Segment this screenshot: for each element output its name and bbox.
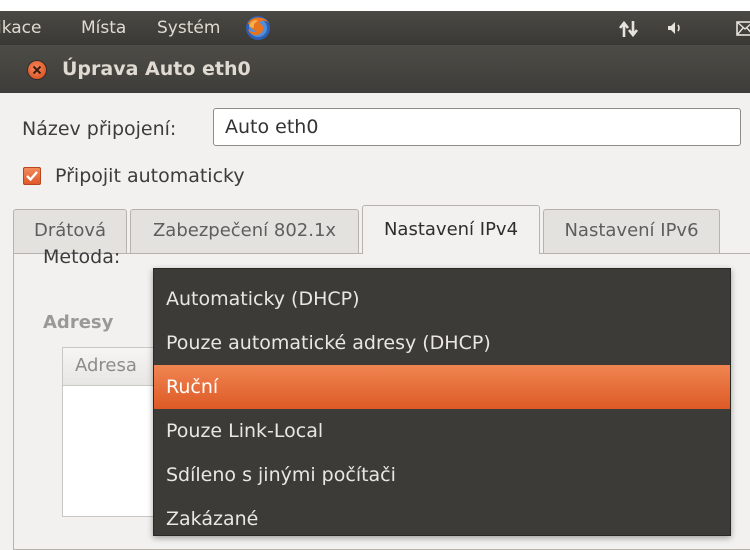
window-title: Úprava Auto eth0	[62, 58, 251, 80]
network-icon[interactable]	[618, 19, 640, 39]
mail-icon[interactable]	[736, 21, 750, 36]
tab-ipv6-settings[interactable]: Nastavení IPv6	[543, 209, 720, 253]
close-button[interactable]	[28, 61, 46, 79]
auto-connect-checkbox[interactable]	[23, 167, 41, 185]
connection-name-label: Název připojení:	[22, 118, 177, 140]
tab-8021x-security[interactable]: Zabezpečení 802.1x	[130, 209, 359, 253]
method-dropdown-menu: Automaticky (DHCP) Pouze automatické adr…	[153, 268, 731, 536]
method-option-automatic-dhcp[interactable]: Automaticky (DHCP)	[154, 277, 730, 321]
tab-ipv4-settings[interactable]: Nastavení IPv4	[362, 205, 540, 254]
menu-places[interactable]: Místa	[81, 18, 126, 38]
connection-name-input[interactable]	[213, 108, 741, 146]
volume-icon[interactable]	[666, 19, 684, 37]
auto-connect-label[interactable]: Připojit automaticky	[55, 164, 245, 188]
close-icon	[32, 65, 42, 75]
method-option-automatic-addresses-only[interactable]: Pouze automatické adresy (DHCP)	[154, 321, 730, 365]
menu-applications[interactable]: ikace	[0, 18, 42, 38]
checkmark-icon	[26, 171, 38, 182]
method-option-manual[interactable]: Ruční	[154, 365, 730, 409]
method-option-disabled[interactable]: Zakázané	[154, 497, 730, 541]
menu-system[interactable]: Systém	[157, 18, 220, 38]
top-panel: ikace Místa Systém	[0, 11, 750, 45]
method-option-shared[interactable]: Sdíleno s jinými počítači	[154, 453, 730, 497]
method-option-link-local-only[interactable]: Pouze Link-Local	[154, 409, 730, 453]
title-bar[interactable]: Úprava Auto eth0	[0, 45, 750, 93]
firefox-icon[interactable]	[244, 14, 272, 42]
addresses-heading: Adresy	[43, 312, 114, 333]
method-label: Metoda:	[43, 246, 121, 268]
